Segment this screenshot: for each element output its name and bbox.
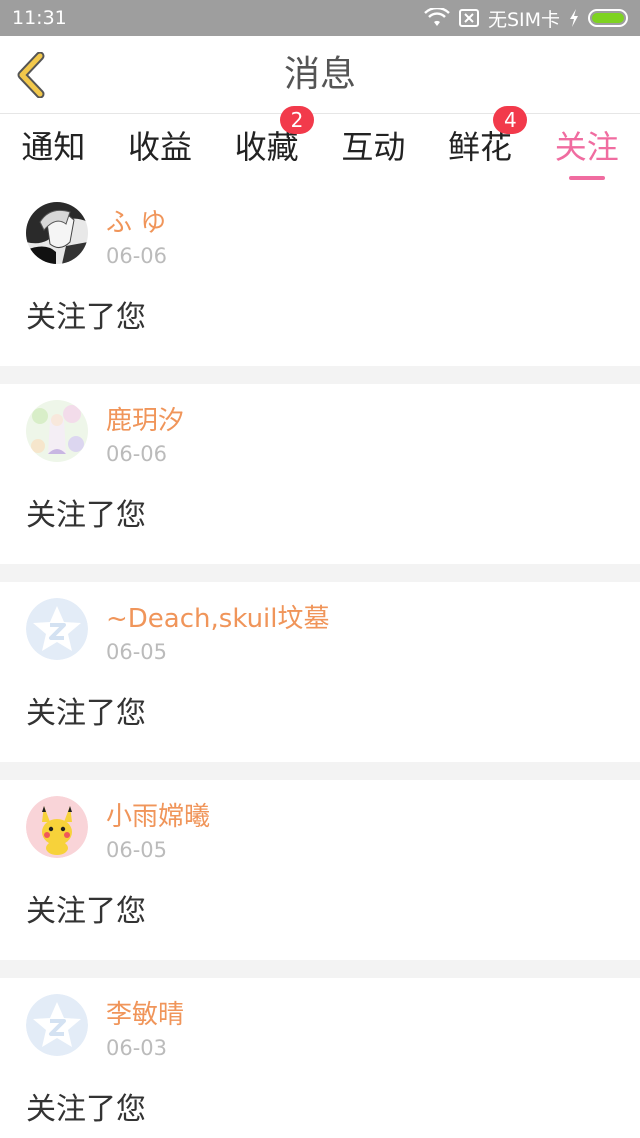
tab-earnings[interactable]: 收益 (107, 114, 214, 186)
username[interactable]: ふ ゆ (106, 202, 166, 239)
status-time: 11:31 (12, 7, 67, 29)
list-item[interactable]: 小雨嫦曦 06-05 关注了您 (0, 780, 640, 960)
wifi-icon (424, 8, 450, 28)
follow-date: 06-05 (106, 838, 168, 862)
follow-message: 关注了您 (26, 498, 146, 533)
list-item[interactable]: ふ ゆ 06-06 关注了您 (0, 186, 640, 366)
follow-date: 06-06 (106, 244, 168, 268)
battery-icon (588, 9, 628, 27)
sim-off-icon (458, 8, 480, 28)
status-bar: 11:31 无SIM卡 (0, 0, 640, 36)
unread-badge: 2 (280, 106, 315, 134)
avatar[interactable] (26, 994, 88, 1056)
tab-label: 收藏 (234, 128, 299, 166)
list-item[interactable]: 李敏晴 06-03 关注了您 (0, 978, 640, 1138)
tab-interaction[interactable]: 互动 (320, 114, 427, 186)
tab-follow[interactable]: 关注 (533, 114, 640, 186)
flower-avatar-icon (26, 400, 88, 462)
avatar[interactable] (26, 796, 88, 858)
divider (0, 366, 640, 384)
avatar[interactable] (26, 400, 88, 462)
charging-icon (568, 8, 580, 28)
username[interactable]: ~Deach,skuil坟墓 (106, 598, 330, 635)
anime-avatar-icon (26, 202, 88, 264)
default-star-avatar-icon (26, 598, 88, 660)
follow-message: 关注了您 (26, 696, 146, 731)
follow-list: ふ ゆ 06-06 关注了您 鹿玥汐 06-06 关注了您 ~Deach,sku… (0, 186, 640, 1138)
tab-favorites[interactable]: 收藏 2 (213, 106, 320, 186)
divider (0, 960, 640, 978)
unread-badge: 4 (493, 106, 528, 134)
follow-date: 06-05 (106, 640, 168, 664)
follow-date: 06-03 (106, 1036, 168, 1060)
tab-label: 关注 (554, 128, 619, 166)
username[interactable]: 小雨嫦曦 (106, 796, 210, 833)
tab-label: 鲜花 (448, 128, 513, 166)
page-title: 消息 (283, 54, 356, 95)
follow-date: 06-06 (106, 442, 168, 466)
follow-message: 关注了您 (26, 300, 146, 335)
follow-message: 关注了您 (26, 1092, 146, 1127)
avatar[interactable] (26, 598, 88, 660)
active-tab-indicator (568, 176, 605, 180)
status-icons: 无SIM卡 (424, 5, 628, 32)
tab-notice[interactable]: 通知 (0, 114, 107, 186)
divider (0, 564, 640, 582)
list-item[interactable]: ~Deach,skuil坟墓 06-05 关注了您 (0, 582, 640, 762)
pikachu-avatar-icon (26, 796, 88, 858)
divider (0, 762, 640, 780)
tab-label: 互动 (341, 128, 406, 166)
default-star-avatar-icon (26, 994, 88, 1056)
sim-status-text: 无SIM卡 (487, 8, 560, 31)
tab-flowers[interactable]: 鲜花 4 (427, 106, 534, 186)
header: 消息 (0, 36, 640, 114)
username[interactable]: 鹿玥汐 (106, 400, 184, 437)
username[interactable]: 李敏晴 (106, 994, 184, 1031)
tab-bar: 通知 收益 收藏 2 互动 鲜花 4 关注 (0, 106, 640, 186)
list-item[interactable]: 鹿玥汐 06-06 关注了您 (0, 384, 640, 564)
follow-message: 关注了您 (26, 894, 146, 929)
tab-label: 通知 (21, 128, 86, 166)
tab-label: 收益 (128, 128, 193, 166)
avatar[interactable] (26, 202, 88, 264)
